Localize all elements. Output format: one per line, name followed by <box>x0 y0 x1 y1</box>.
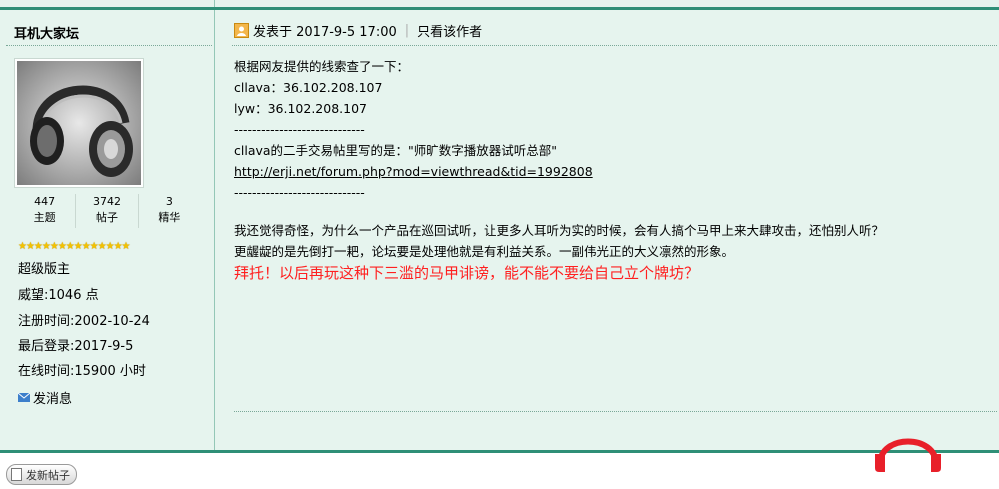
new-post-button[interactable]: 发新帖子 <box>6 464 77 485</box>
content-line: 我还觉得奇怪，为什么一个产品在巡回试听，让更多人耳听为实的时候，会有人搞个马甲上… <box>234 223 885 238</box>
send-message-link[interactable]: 发消息 <box>18 388 72 407</box>
content-line: cllava：36.102.208.107 <box>234 80 383 95</box>
stat-value: 3742 <box>92 195 121 208</box>
stat-value: 447 <box>34 195 56 208</box>
content-line: 根据网友提供的线索查了一下： <box>234 59 410 74</box>
stat-digest[interactable]: 3 精华 <box>137 194 200 228</box>
post-content: 根据网友提供的线索查了一下： cllava：36.102.208.107 lyw… <box>234 56 984 284</box>
stat-value: 3 <box>165 195 173 208</box>
send-message-label: 发消息 <box>33 392 73 407</box>
content-line: 更龌龊的是先倒打一耙，论坛要是处理他就是有利益关系。一副伟光正的大义凛然的形象。 <box>234 244 735 259</box>
new-post-icon <box>11 468 22 481</box>
top-border <box>0 0 999 10</box>
dotted-divider <box>234 411 997 412</box>
rank-stars-icon: ★★★★★★★★★★★★★★ <box>18 241 131 252</box>
content-line: lyw：36.102.208.107 <box>234 101 367 116</box>
content-divider: ----------------------------- <box>234 185 365 200</box>
stat-label: 主题 <box>33 211 56 224</box>
stat-label: 帖子 <box>95 211 118 224</box>
new-post-label: 发新帖子 <box>26 468 70 482</box>
user-rank: 超级版主 <box>18 262 71 277</box>
column-divider <box>214 0 215 7</box>
author-only-link[interactable]: 只看该作者 <box>417 21 482 40</box>
avatar[interactable] <box>14 58 144 188</box>
user-register-date: 注册时间:2002-10-24 <box>18 314 150 329</box>
dotted-divider <box>232 45 997 46</box>
post-icon <box>234 23 249 38</box>
headphone-logo-watermark-icon <box>875 438 941 472</box>
user-last-login: 最后登录:2017-9-5 <box>18 339 134 354</box>
headphones-avatar-icon <box>17 61 141 185</box>
content-divider: ----------------------------- <box>234 122 365 137</box>
stat-threads[interactable]: 447 主题 <box>14 194 75 228</box>
post-header: 发表于 2017-9-5 17:00 | 只看该作者 <box>234 21 482 40</box>
post-timestamp: 发表于 2017-9-5 17:00 <box>253 25 397 40</box>
stat-label: 精华 <box>158 211 181 224</box>
highlight-text: 拜托！以后再玩这种下三滥的马甲诽谤，能不能不要给自己立个牌坊？ <box>234 264 700 282</box>
author-stats: 447 主题 3742 帖子 3 精华 <box>14 194 200 228</box>
user-reputation: 威望:1046 点 <box>18 288 99 303</box>
author-name[interactable]: 耳机大家坛 <box>14 23 79 42</box>
dotted-divider <box>6 45 212 46</box>
envelope-icon <box>18 393 30 402</box>
stat-posts[interactable]: 3742 帖子 <box>75 194 137 228</box>
user-online-time: 在线时间:15900 小时 <box>18 364 146 379</box>
thread-link[interactable]: http://erji.net/forum.php?mod=viewthread… <box>234 164 593 179</box>
content-line: cllava的二手交易帖里写的是："师旷数字播放器试听总部" <box>234 143 558 158</box>
header-separator: | <box>404 23 410 38</box>
author-sidebar: 耳机大家坛 447 主题 3742 帖子 3 精华 ★★★★★★★★★★★★★★… <box>0 10 215 450</box>
post-container: 耳机大家坛 447 主题 3742 帖子 3 精华 ★★★★★★★★★★★★★★… <box>0 10 999 450</box>
